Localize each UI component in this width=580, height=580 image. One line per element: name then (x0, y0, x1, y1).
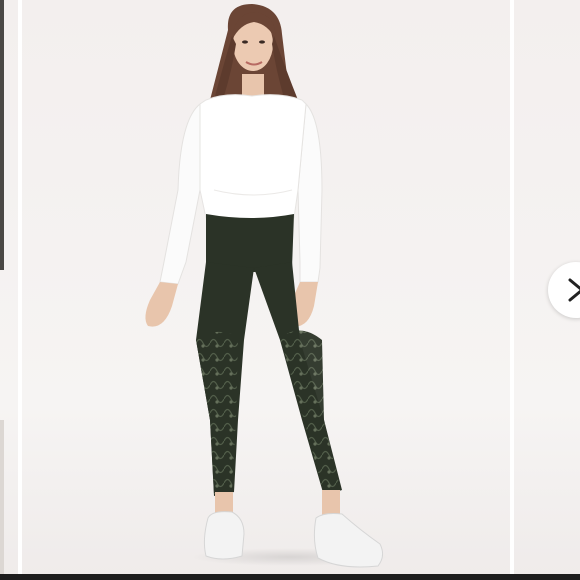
legging-waistband (206, 214, 294, 272)
right-lace-panel (280, 330, 340, 494)
left-hand (145, 282, 178, 327)
bottom-edge (0, 574, 580, 580)
product-image-gallery (0, 0, 580, 580)
left-sleeve (159, 102, 201, 285)
white-top (199, 94, 307, 223)
right-sneaker (313, 513, 384, 568)
left-lace-panel (196, 331, 238, 494)
chevron-right-icon (568, 278, 580, 302)
left-sneaker (203, 511, 245, 560)
model-photo (145, 4, 384, 568)
